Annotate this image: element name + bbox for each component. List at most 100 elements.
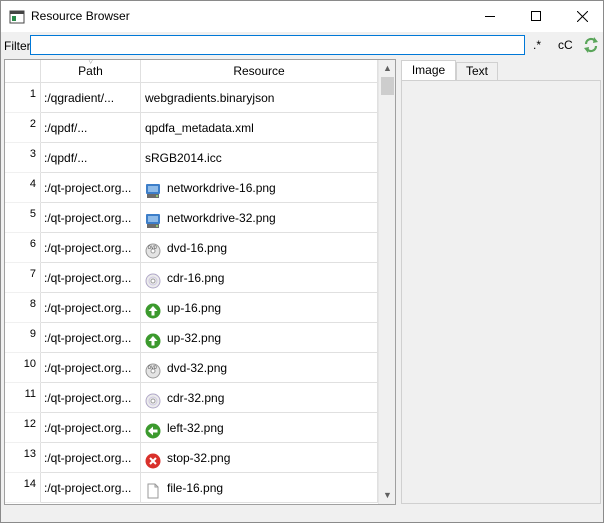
tab-image[interactable]: Image [401,60,456,81]
window-title: Resource Browser [31,9,130,23]
preview-pane [401,80,601,504]
svg-text:DVD: DVD [148,365,157,370]
resource-cell[interactable]: stop-32.png [141,443,378,473]
resource-cell[interactable]: cdr-16.png [141,263,378,293]
row-number[interactable]: 6 [5,233,41,263]
app-icon [9,10,25,24]
resource-cell[interactable]: DVD dvd-32.png [141,353,378,383]
scroll-down-icon[interactable]: ▼ [379,487,395,504]
resource-cell[interactable]: networkdrive-16.png [141,173,378,203]
resource-cell[interactable]: left-32.png [141,413,378,443]
resource-name: sRGB2014.icc [145,151,222,165]
row-number[interactable]: 7 [5,263,41,293]
path-cell[interactable]: :/qt-project.org... [41,323,141,353]
close-icon [577,11,588,22]
path-cell[interactable]: :/qt-project.org... [41,383,141,413]
resource-name: networkdrive-32.png [167,211,276,225]
table-row[interactable]: 3:/qpdf/... sRGB2014.icc [5,143,378,173]
path-cell[interactable]: :/qt-project.org... [41,353,141,383]
table-row[interactable]: 2:/qpdf/... qpdfa_metadata.xml [5,113,378,143]
path-cell[interactable]: :/qt-project.org... [41,413,141,443]
svg-text:DVD: DVD [148,245,157,250]
table-corner[interactable] [5,60,41,83]
resource-cell[interactable]: cdr-32.png [141,383,378,413]
path-cell[interactable]: :/qt-project.org... [41,473,141,503]
table-row[interactable]: 7:/qt-project.org... cdr-16.png [5,263,378,293]
table-row[interactable]: 6:/qt-project.org... DVD dvd-16.png [5,233,378,263]
path-cell[interactable]: :/qpdf/... [41,143,141,173]
cd-icon [145,270,161,289]
scrollbar-thumb[interactable] [381,77,394,95]
resource-name: up-16.png [167,301,222,315]
regex-toggle-button[interactable]: .* [533,38,541,52]
table-row[interactable]: 5:/qt-project.org... networkdrive-32.png [5,203,378,233]
case-sensitive-toggle-button[interactable]: cC [558,38,573,52]
resource-name: stop-32.png [167,451,231,465]
row-number[interactable]: 1 [5,83,41,113]
path-cell[interactable]: :/qgradient/... [41,83,141,113]
close-button[interactable] [559,1,604,32]
row-number[interactable]: 9 [5,323,41,353]
path-cell[interactable]: :/qt-project.org... [41,203,141,233]
resource-name: qpdfa_metadata.xml [145,121,254,135]
vertical-scrollbar[interactable]: ▲ ▼ [378,60,395,504]
path-cell[interactable]: :/qt-project.org... [41,263,141,293]
row-number[interactable]: 14 [5,473,41,503]
row-number[interactable]: 10 [5,353,41,383]
table-row[interactable]: 10:/qt-project.org... DVD dvd-32.png [5,353,378,383]
path-cell[interactable]: :/qt-project.org... [41,173,141,203]
path-cell[interactable]: :/qpdf/... [41,113,141,143]
cd-icon [145,390,161,409]
resource-cell[interactable]: DVD dvd-16.png [141,233,378,263]
refresh-icon[interactable] [582,36,600,54]
resource-table[interactable]: ▽ Path Resource 1:/qgradient/... webgradi… [4,59,396,505]
table-row[interactable]: 12:/qt-project.org... left-32.png [5,413,378,443]
resource-name: dvd-16.png [167,241,228,255]
path-cell[interactable]: :/qt-project.org... [41,443,141,473]
arrow-left-icon [145,420,161,439]
table-row[interactable]: 4:/qt-project.org... networkdrive-16.png [5,173,378,203]
column-header-resource[interactable]: Resource [141,60,378,83]
resource-name: dvd-32.png [167,361,228,375]
resource-name: up-32.png [167,331,222,345]
resource-cell[interactable]: file-16.png [141,473,378,503]
row-number[interactable]: 3 [5,143,41,173]
filter-label: Filter [4,39,31,53]
resource-cell[interactable]: qpdfa_metadata.xml [141,113,378,143]
row-number[interactable]: 5 [5,203,41,233]
row-number[interactable]: 8 [5,293,41,323]
maximize-button[interactable] [513,1,559,32]
table-row[interactable]: 11:/qt-project.org... cdr-32.png [5,383,378,413]
arrow-up-icon [145,330,161,349]
dvd-icon: DVD [145,240,161,259]
table-row[interactable]: 9:/qt-project.org... up-32.png [5,323,378,353]
tab-text[interactable]: Text [456,62,498,80]
row-number[interactable]: 13 [5,443,41,473]
resource-name: webgradients.binaryjson [145,91,275,105]
resource-name: networkdrive-16.png [167,181,276,195]
filter-input[interactable] [30,35,525,55]
resource-cell[interactable]: sRGB2014.icc [141,143,378,173]
maximize-icon [531,11,541,21]
resource-cell[interactable]: networkdrive-32.png [141,203,378,233]
resource-cell[interactable]: webgradients.binaryjson [141,83,378,113]
stop-icon [145,450,161,469]
scroll-up-icon[interactable]: ▲ [379,60,395,77]
row-number[interactable]: 11 [5,383,41,413]
table-row[interactable]: 1:/qgradient/... webgradients.binaryjson [5,83,378,113]
table-row[interactable]: 8:/qt-project.org... up-16.png [5,293,378,323]
resource-cell[interactable]: up-16.png [141,293,378,323]
row-number[interactable]: 2 [5,113,41,143]
resource-cell[interactable]: up-32.png [141,323,378,353]
minimize-button[interactable] [467,1,513,32]
resource-browser-window: Resource Browser Filter .* cC ▽ Path Res… [0,0,604,523]
file-icon [145,480,161,499]
path-cell[interactable]: :/qt-project.org... [41,233,141,263]
column-header-path[interactable]: ▽ Path [41,60,141,83]
path-cell[interactable]: :/qt-project.org... [41,293,141,323]
table-row[interactable]: 13:/qt-project.org... stop-32.png [5,443,378,473]
resource-name: cdr-32.png [167,391,225,405]
table-row[interactable]: 14:/qt-project.org... file-16.png [5,473,378,503]
row-number[interactable]: 12 [5,413,41,443]
row-number[interactable]: 4 [5,173,41,203]
